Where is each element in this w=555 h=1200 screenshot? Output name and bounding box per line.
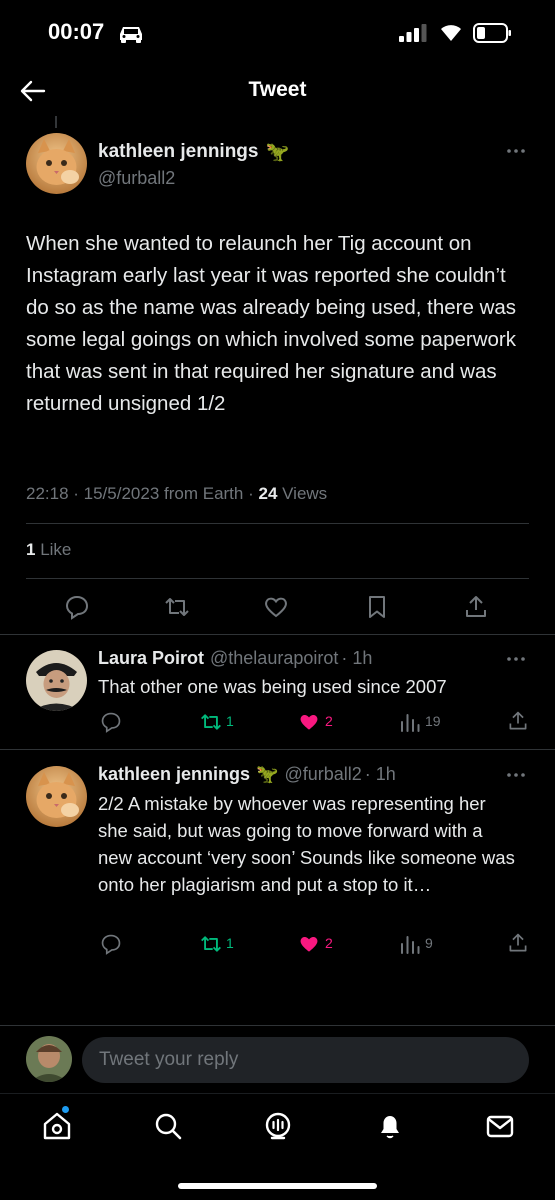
like-count: 2 <box>325 935 333 951</box>
reply-composer <box>0 1025 555 1093</box>
author-handle[interactable]: @furball2 <box>98 168 175 189</box>
spaces-icon[interactable] <box>262 1110 294 1142</box>
reply-input[interactable] <box>82 1037 529 1083</box>
tweet-meta: 22:18 · 15/5/2023 from Earth · 24 Views <box>26 484 327 504</box>
reply-time: · 1h <box>341 648 373 668</box>
cat-avatar[interactable] <box>26 133 87 194</box>
like-icon[interactable] <box>298 711 320 733</box>
retweet-count: 1 <box>226 713 234 729</box>
views-count: 9 <box>425 935 433 951</box>
retweet-count: 1 <box>226 935 234 951</box>
more-options-icon[interactable] <box>506 148 526 154</box>
like-icon[interactable] <box>298 933 320 955</box>
views-count: 24 <box>258 484 278 503</box>
signal-icon <box>399 24 427 42</box>
reply-text: That other one was being used since 2007 <box>98 676 447 697</box>
author-name[interactable]: kathleen jennings <box>98 764 250 785</box>
divider <box>0 634 555 635</box>
share-icon[interactable] <box>507 932 529 954</box>
retweet-icon[interactable] <box>200 933 222 955</box>
reply-time: · 1h <box>364 764 396 784</box>
like-count: 2 <box>325 713 333 729</box>
notifications-icon[interactable] <box>374 1110 406 1142</box>
likes-summary[interactable]: 1 Like <box>26 540 71 560</box>
thread-connector <box>55 116 57 128</box>
reply-icon[interactable] <box>100 711 122 733</box>
divider <box>26 523 529 524</box>
home-indicator[interactable] <box>178 1183 377 1189</box>
divider <box>26 578 529 579</box>
share-icon[interactable] <box>463 594 489 620</box>
more-options-icon[interactable] <box>506 656 526 662</box>
retweet-icon[interactable] <box>200 711 222 733</box>
bookmark-icon[interactable] <box>364 594 390 620</box>
poirot-avatar[interactable] <box>26 650 87 711</box>
battery-icon <box>473 23 511 43</box>
status-time: 00:07 <box>48 19 105 44</box>
home-icon[interactable] <box>41 1110 73 1142</box>
messages-icon[interactable] <box>484 1110 516 1142</box>
status-bar: 00:07 <box>0 0 555 66</box>
likes-label: Like <box>40 540 72 559</box>
like-icon[interactable] <box>263 594 289 620</box>
user-avatar[interactable] <box>26 1036 72 1082</box>
page-title: Tweet <box>248 78 307 101</box>
views-count: 19 <box>425 713 441 729</box>
author-name[interactable]: kathleen jennings <box>98 141 258 163</box>
notification-dot <box>61 1105 70 1114</box>
divider <box>0 749 555 750</box>
author-name[interactable]: Laura Poirot <box>98 648 204 669</box>
car-icon <box>120 27 142 43</box>
cat-avatar[interactable] <box>26 766 87 827</box>
dinosaur-emoji-icon: 🦖 <box>265 142 290 163</box>
nav-bar: Tweet <box>0 66 555 116</box>
reply-icon[interactable] <box>100 933 122 955</box>
tweet-timestamp[interactable]: 22:18 · 15/5/2023 from Earth · <box>26 484 254 503</box>
share-icon[interactable] <box>507 710 529 732</box>
more-options-icon[interactable] <box>506 772 526 778</box>
search-icon[interactable] <box>152 1110 184 1142</box>
views-label: Views <box>282 484 328 503</box>
dinosaur-emoji-icon: 🦖 <box>256 764 279 784</box>
likes-count: 1 <box>26 540 36 559</box>
author-handle[interactable]: @furball2 <box>284 764 361 785</box>
wifi-icon <box>441 25 461 41</box>
tweet-text: When she wanted to relaunch her Tig acco… <box>26 232 517 415</box>
reply-text: 2/2 A mistake by whoever was representin… <box>98 793 515 895</box>
views-icon[interactable] <box>399 933 421 955</box>
author-handle[interactable]: @thelaurapoirot <box>210 648 338 669</box>
reply-icon[interactable] <box>64 594 90 620</box>
retweet-icon[interactable] <box>164 594 190 620</box>
views-icon[interactable] <box>399 711 421 733</box>
